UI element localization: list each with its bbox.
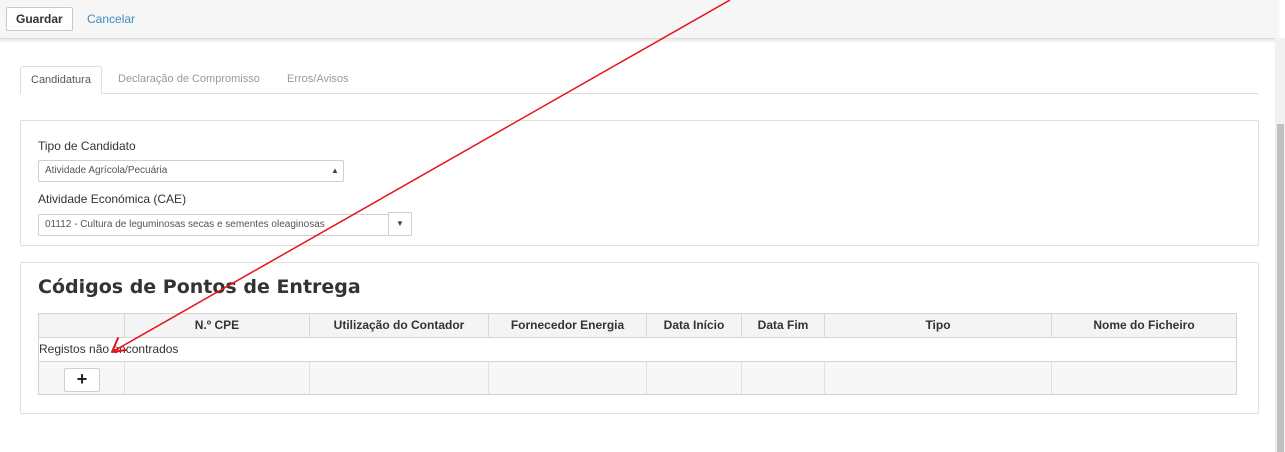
footer-cell — [310, 362, 489, 394]
column-header-start-date[interactable]: Data Início — [647, 314, 742, 337]
column-header-end-date[interactable]: Data Fim — [742, 314, 825, 337]
footer-cell — [125, 362, 310, 394]
column-header-type[interactable]: Tipo — [825, 314, 1052, 337]
column-header-filename[interactable]: Nome do Ficheiro — [1052, 314, 1236, 337]
toolbar: Guardar Cancelar — [0, 0, 1278, 39]
caret-down-icon: ▼ — [396, 219, 404, 228]
tab-declaracao-compromisso[interactable]: Declaração de Compromisso — [108, 66, 270, 93]
cae-label: Atividade Económica (CAE) — [38, 192, 187, 206]
candidate-type-select[interactable]: Atividade Agrícola/Pecuária ▲︎ — [38, 160, 344, 182]
cae-dropdown-button[interactable]: ▼ — [388, 212, 412, 236]
column-header-supplier[interactable]: Fornecedor Energia — [489, 314, 647, 337]
table-footer — [39, 362, 1236, 394]
tab-erros-avisos[interactable]: Erros/Avisos — [277, 66, 359, 93]
footer-cell — [1052, 362, 1236, 394]
table-row: Registos não encontrados — [39, 338, 1236, 362]
table-header: N.º CPE Utilização do Contador Fornecedo… — [39, 314, 1236, 338]
cae-value: 01112 - Cultura de leguminosas secas e s… — [45, 219, 325, 230]
footer-cell — [825, 362, 1052, 394]
tab-bar: Candidatura Declaração de Compromisso Er… — [20, 66, 1258, 94]
cancel-link[interactable]: Cancelar — [87, 12, 135, 26]
save-button[interactable]: Guardar — [6, 7, 73, 31]
column-header-meter-use[interactable]: Utilização do Contador — [310, 314, 489, 337]
tab-candidatura[interactable]: Candidatura — [20, 66, 102, 94]
candidate-type-value: Atividade Agrícola/Pecuária — [45, 165, 168, 176]
footer-cell — [489, 362, 647, 394]
candidate-type-label: Tipo de Candidato — [38, 139, 136, 153]
delivery-points-table: N.º CPE Utilização do Contador Fornecedo… — [38, 313, 1237, 395]
add-row-button[interactable]: + — [64, 368, 100, 392]
cae-select[interactable]: 01112 - Cultura de leguminosas secas e s… — [38, 214, 390, 236]
empty-message: Registos não encontrados — [39, 342, 179, 356]
footer-cell — [647, 362, 742, 394]
sort-arrows-icon: ▲︎ — [331, 166, 339, 175]
section-title: Códigos de Pontos de Entrega — [38, 276, 361, 298]
footer-cell — [742, 362, 825, 394]
column-header-actions — [39, 314, 125, 337]
scrollbar-thumb[interactable] — [1277, 124, 1284, 452]
column-header-cpe[interactable]: N.º CPE — [125, 314, 310, 337]
plus-icon: + — [76, 369, 88, 389]
